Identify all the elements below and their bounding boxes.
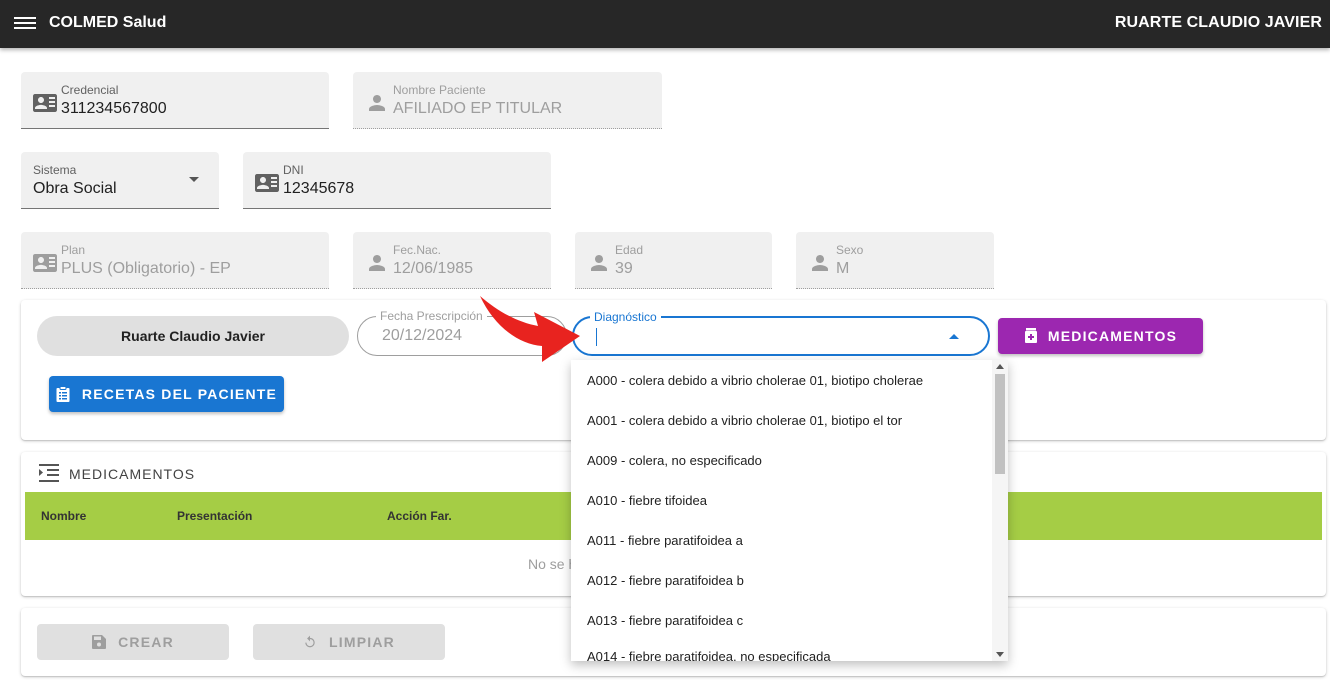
nombre-paciente-label: Nombre Paciente bbox=[393, 83, 486, 97]
recetas-paciente-label: RECETAS DEL PACIENTE bbox=[81, 386, 278, 402]
person-icon bbox=[591, 255, 607, 271]
doctor-chip: Ruarte Claudio Javier bbox=[37, 316, 349, 356]
dni-label: DNI bbox=[283, 163, 304, 177]
id-card-icon bbox=[33, 254, 57, 272]
recetas-paciente-button[interactable]: RECETAS DEL PACIENTE bbox=[49, 376, 284, 412]
table-empty-text: No se h bbox=[528, 556, 577, 572]
plan-field: Plan PLUS (Obligatorio) - EP bbox=[21, 232, 329, 289]
diagnostico-options: A000 - colera debido a vibrio cholerae 0… bbox=[571, 360, 1008, 662]
plan-value: PLUS (Obligatorio) - EP bbox=[61, 260, 231, 277]
medicamentos-button[interactable]: MEDICAMENTOS bbox=[998, 318, 1203, 354]
fecnac-value: 12/06/1985 bbox=[393, 260, 474, 277]
column-header-nombre[interactable]: Nombre bbox=[25, 492, 177, 540]
save-icon bbox=[92, 635, 107, 649]
fecha-prescripcion-value: 20/12/2024 bbox=[382, 327, 463, 344]
diagnostico-label: Diagnóstico bbox=[590, 310, 661, 324]
credencial-label: Credencial bbox=[61, 83, 119, 97]
person-icon bbox=[369, 95, 385, 111]
medicamentos-button-label: MEDICAMENTOS bbox=[1047, 328, 1178, 344]
limpiar-label: LIMPIAR bbox=[329, 634, 395, 650]
crear-label: CREAR bbox=[118, 634, 174, 650]
clipboard-icon bbox=[56, 386, 70, 402]
diagnostico-option[interactable]: A013 - fiebre paratifoidea c bbox=[571, 600, 1008, 640]
sistema-value: Obra Social bbox=[33, 180, 117, 197]
dni-field[interactable]: DNI 12345678 bbox=[243, 152, 551, 209]
scroll-down-arrow-icon[interactable] bbox=[996, 652, 1004, 657]
credencial-value: 311234567800 bbox=[61, 100, 167, 117]
edad-field: Edad 39 bbox=[575, 232, 772, 289]
diagnostico-option[interactable]: A001 - colera debido a vibrio cholerae 0… bbox=[571, 400, 1008, 440]
text-cursor bbox=[596, 328, 597, 346]
dropdown-arrow-icon[interactable] bbox=[187, 175, 201, 185]
sexo-value: M bbox=[836, 260, 850, 277]
crear-button[interactable]: CREAR bbox=[37, 624, 229, 660]
diagnostico-dropdown-list[interactable]: A000 - colera debido a vibrio cholerae 0… bbox=[571, 360, 1008, 661]
person-icon bbox=[812, 255, 828, 271]
edad-value: 39 bbox=[615, 260, 633, 277]
diagnostico-option[interactable]: A014 - fiebre paratifoidea, no especific… bbox=[571, 640, 1008, 661]
list-indent-icon bbox=[39, 464, 59, 482]
id-card-icon bbox=[33, 94, 57, 112]
refresh-icon bbox=[305, 635, 315, 648]
nombre-paciente-value: AFILIADO EP TITULAR bbox=[393, 100, 563, 117]
diagnostico-option[interactable]: A012 - fiebre paratifoidea b bbox=[571, 560, 1008, 600]
fecnac-label: Fec.Nac. bbox=[393, 243, 442, 257]
app-bar: COLMED Salud RUARTE CLAUDIO JAVIER bbox=[0, 0, 1330, 48]
sexo-label: Sexo bbox=[836, 243, 864, 257]
dni-value: 12345678 bbox=[283, 180, 355, 197]
diagnostico-option[interactable]: A010 - fiebre tifoidea bbox=[571, 480, 1008, 520]
dropdown-scrollbar[interactable] bbox=[992, 360, 1008, 661]
id-card-icon bbox=[255, 174, 279, 192]
nombre-paciente-field: Nombre Paciente AFILIADO EP TITULAR bbox=[353, 72, 662, 129]
credencial-field[interactable]: Credencial 311234567800 bbox=[21, 72, 329, 129]
person-icon bbox=[369, 255, 385, 271]
medicamentos-title: MEDICAMENTOS bbox=[69, 466, 196, 482]
limpiar-button[interactable]: LIMPIAR bbox=[253, 624, 445, 660]
edad-label: Edad bbox=[615, 243, 644, 257]
column-header-presentacion[interactable]: Presentación bbox=[177, 492, 387, 540]
medicine-icon bbox=[1024, 328, 1037, 343]
diagnostico-option[interactable]: A011 - fiebre paratifoidea a bbox=[571, 520, 1008, 560]
sexo-field: Sexo M bbox=[796, 232, 994, 289]
diagnostico-option[interactable]: A000 - colera debido a vibrio cholerae 0… bbox=[571, 360, 1008, 400]
sistema-select[interactable]: Sistema Obra Social bbox=[21, 152, 219, 209]
menu-icon[interactable] bbox=[14, 14, 36, 34]
app-title: COLMED Salud bbox=[49, 14, 167, 31]
fecnac-field: Fec.Nac. 12/06/1985 bbox=[353, 232, 551, 289]
fecha-prescripcion-label: Fecha Prescripción bbox=[376, 309, 487, 323]
user-name: RUARTE CLAUDIO JAVIER bbox=[1114, 14, 1322, 31]
diagnostico-input[interactable]: Diagnóstico bbox=[572, 310, 990, 356]
sistema-label: Sistema bbox=[33, 163, 77, 177]
diagnostico-option[interactable]: A009 - colera, no especificado bbox=[571, 440, 1008, 480]
plan-label: Plan bbox=[61, 243, 86, 257]
dropdown-up-arrow-icon[interactable] bbox=[948, 332, 960, 340]
scrollbar-thumb[interactable] bbox=[995, 374, 1005, 474]
annotation-arrow-icon bbox=[480, 296, 580, 362]
scroll-up-arrow-icon[interactable] bbox=[996, 364, 1004, 369]
